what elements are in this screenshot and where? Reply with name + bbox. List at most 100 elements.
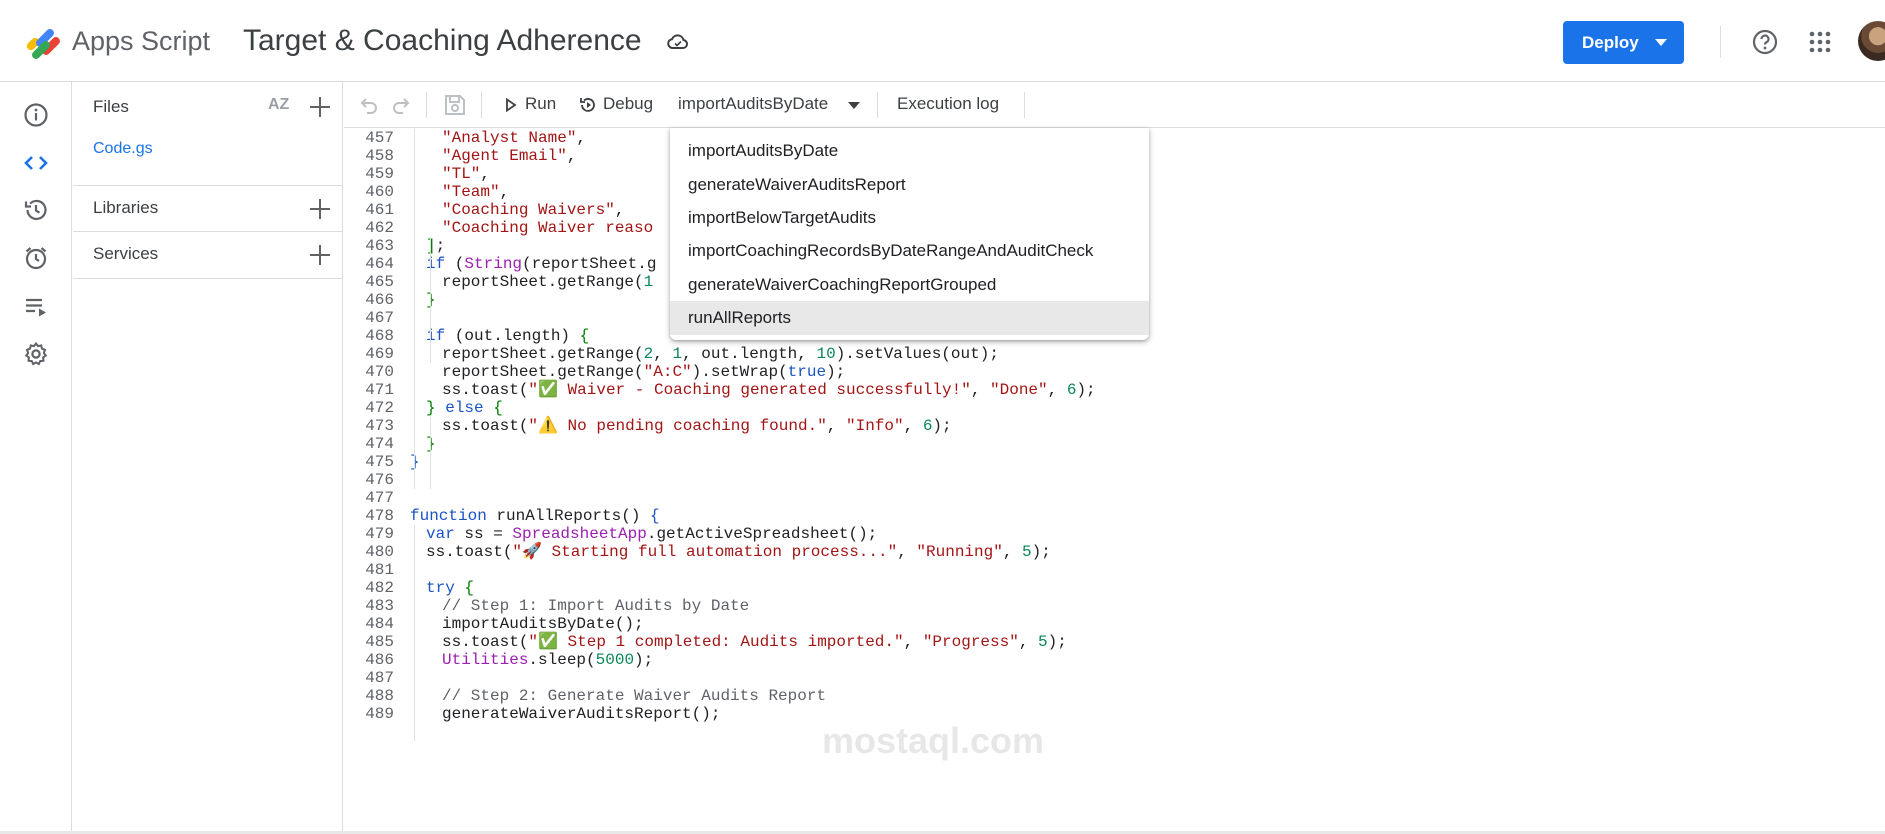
code-line[interactable]: 484 importAuditsByDate(); (344, 615, 1885, 633)
divider (73, 278, 343, 279)
executions-icon[interactable] (23, 294, 49, 320)
dropdown-option[interactable]: importBelowTargetAudits (670, 201, 1149, 235)
code-token: , (1018, 633, 1039, 651)
code-line[interactable]: 481 (344, 561, 1885, 579)
caret-down-icon[interactable] (1655, 39, 1667, 46)
account-avatar[interactable] (1858, 21, 1885, 61)
undo-icon[interactable] (359, 95, 379, 115)
apps-grid-icon[interactable] (1808, 30, 1832, 54)
app-name[interactable]: Apps Script (72, 26, 210, 57)
code-line[interactable]: 488 // Step 2: Generate Waiver Audits Rep… (344, 687, 1885, 705)
code-token: ); (932, 417, 952, 435)
left-nav (0, 82, 72, 834)
cloud-sync-icon[interactable] (666, 30, 690, 54)
code-token: ss.toast( (442, 417, 529, 435)
code-token: , (614, 201, 625, 219)
code-line[interactable]: 469 reportSheet.getRange(2, 1, out.length… (344, 345, 1885, 363)
code-token: ss.toast( (442, 633, 529, 651)
code-token: runAllReports() (486, 507, 651, 525)
code-token: ss = (454, 525, 513, 543)
editor-toolbar: Run Debug importAuditsByDate Execution l… (344, 82, 1885, 128)
execution-log-button[interactable]: Execution log (897, 94, 999, 114)
code-line[interactable]: 470 reportSheet.getRange("A:C").setWrap(t… (344, 363, 1885, 381)
triggers-icon[interactable] (23, 245, 49, 271)
project-title[interactable]: Target & Coaching Adherence (243, 24, 642, 58)
code-text: try { (426, 579, 474, 597)
add-file-button[interactable] (310, 97, 330, 117)
line-number: 474 (365, 435, 394, 453)
code-token: "TL" (442, 165, 481, 183)
deploy-button[interactable]: Deploy (1563, 21, 1684, 64)
dropdown-option[interactable]: generateWaiverAuditsReport (670, 168, 1149, 202)
line-number: 461 (365, 201, 394, 219)
code-token: ); (1047, 633, 1067, 651)
code-token: , (499, 183, 510, 201)
code-line[interactable]: 479 var ss = SpreadsheetApp.getActiveSpre… (344, 525, 1885, 543)
code-line[interactable]: 487 (344, 669, 1885, 687)
code-text: if (out.length) { (426, 327, 589, 345)
info-icon[interactable] (23, 102, 49, 128)
line-number: 489 (365, 705, 394, 723)
run-button[interactable]: Run (525, 94, 556, 114)
history-icon[interactable] (23, 197, 49, 223)
code-text: } else { (426, 399, 503, 417)
code-line[interactable]: 482 try { (344, 579, 1885, 597)
code-line[interactable]: 477 (344, 489, 1885, 507)
code-line[interactable]: 480 ss.toast("🚀 Starting full automation … (344, 543, 1885, 561)
code-token: , (1002, 543, 1023, 561)
code-line[interactable]: 489 generateWaiverAuditsReport(); (344, 705, 1885, 723)
code-icon[interactable] (23, 150, 49, 176)
code-token: 6 (922, 417, 933, 435)
code-token: { (579, 327, 590, 345)
code-text: ss.toast("🚀 Starting full automation pro… (426, 543, 1051, 561)
code-line[interactable]: 478 function runAllReports() { (344, 507, 1885, 525)
code-text: // Step 1: Import Audits by Date (442, 597, 749, 615)
dropdown-option[interactable]: importAuditsByDate (670, 134, 1149, 168)
debug-icon[interactable] (578, 95, 598, 115)
code-text: generateWaiverAuditsReport(); (442, 705, 720, 723)
add-service-button[interactable] (310, 245, 330, 265)
code-token: 5 (1038, 633, 1048, 651)
file-code-gs[interactable]: Code.gs (93, 140, 363, 158)
code-token: String (464, 255, 523, 273)
code-line[interactable]: 483 // Step 1: Import Audits by Date (344, 597, 1885, 615)
settings-icon[interactable] (23, 341, 49, 367)
code-token: 5 (1022, 543, 1032, 561)
code-line[interactable]: 472} else { (344, 399, 1885, 417)
code-token: ); (826, 363, 846, 381)
code-text: ss.toast("✅ Step 1 completed: Audits imp… (442, 633, 1067, 651)
code-line[interactable]: 476 (344, 471, 1885, 489)
play-icon[interactable] (505, 98, 517, 112)
dropdown-option[interactable]: importCoachingRecordsByDateRangeAndAudit… (670, 234, 1149, 268)
code-line[interactable]: 485 ss.toast("✅ Step 1 completed: Audits … (344, 633, 1885, 651)
function-select[interactable]: importAuditsByDate (678, 94, 828, 114)
apps-script-logo[interactable] (24, 26, 64, 62)
code-token: "✅ Step 1 completed: Audits imported." (528, 633, 904, 651)
toolbar-divider (426, 92, 427, 118)
code-line[interactable]: 471 ss.toast("✅ Waiver - Coaching generat… (344, 381, 1885, 399)
code-token: "Analyst Name" (442, 129, 577, 147)
toolbar-divider (877, 92, 878, 118)
code-token: { (650, 507, 660, 525)
code-line[interactable]: 474} (344, 435, 1885, 453)
add-library-button[interactable] (310, 199, 330, 219)
dropdown-option[interactable]: runAllReports (670, 301, 1149, 335)
deploy-label: Deploy (1582, 33, 1639, 52)
code-line[interactable]: 475} (344, 453, 1885, 471)
code-line[interactable]: 486 Utilities.sleep(5000); (344, 651, 1885, 669)
dropdown-option[interactable]: generateWaiverCoachingReportGrouped (670, 268, 1149, 302)
help-icon[interactable] (1751, 28, 1779, 56)
code-token: , (897, 543, 917, 561)
code-token: SpreadsheetApp (512, 525, 647, 543)
code-line[interactable]: 473 ss.toast("⚠️ No pending coaching foun… (344, 417, 1885, 435)
save-icon[interactable] (443, 93, 467, 117)
debug-button[interactable]: Debug (603, 94, 653, 114)
line-number: 483 (365, 597, 394, 615)
sort-az-icon[interactable]: AZ (268, 96, 289, 114)
redo-icon[interactable] (391, 95, 411, 115)
code-token: { (464, 579, 475, 597)
code-text: ]; (426, 237, 445, 255)
chevron-down-icon[interactable] (848, 102, 860, 109)
line-number: 481 (365, 561, 394, 579)
